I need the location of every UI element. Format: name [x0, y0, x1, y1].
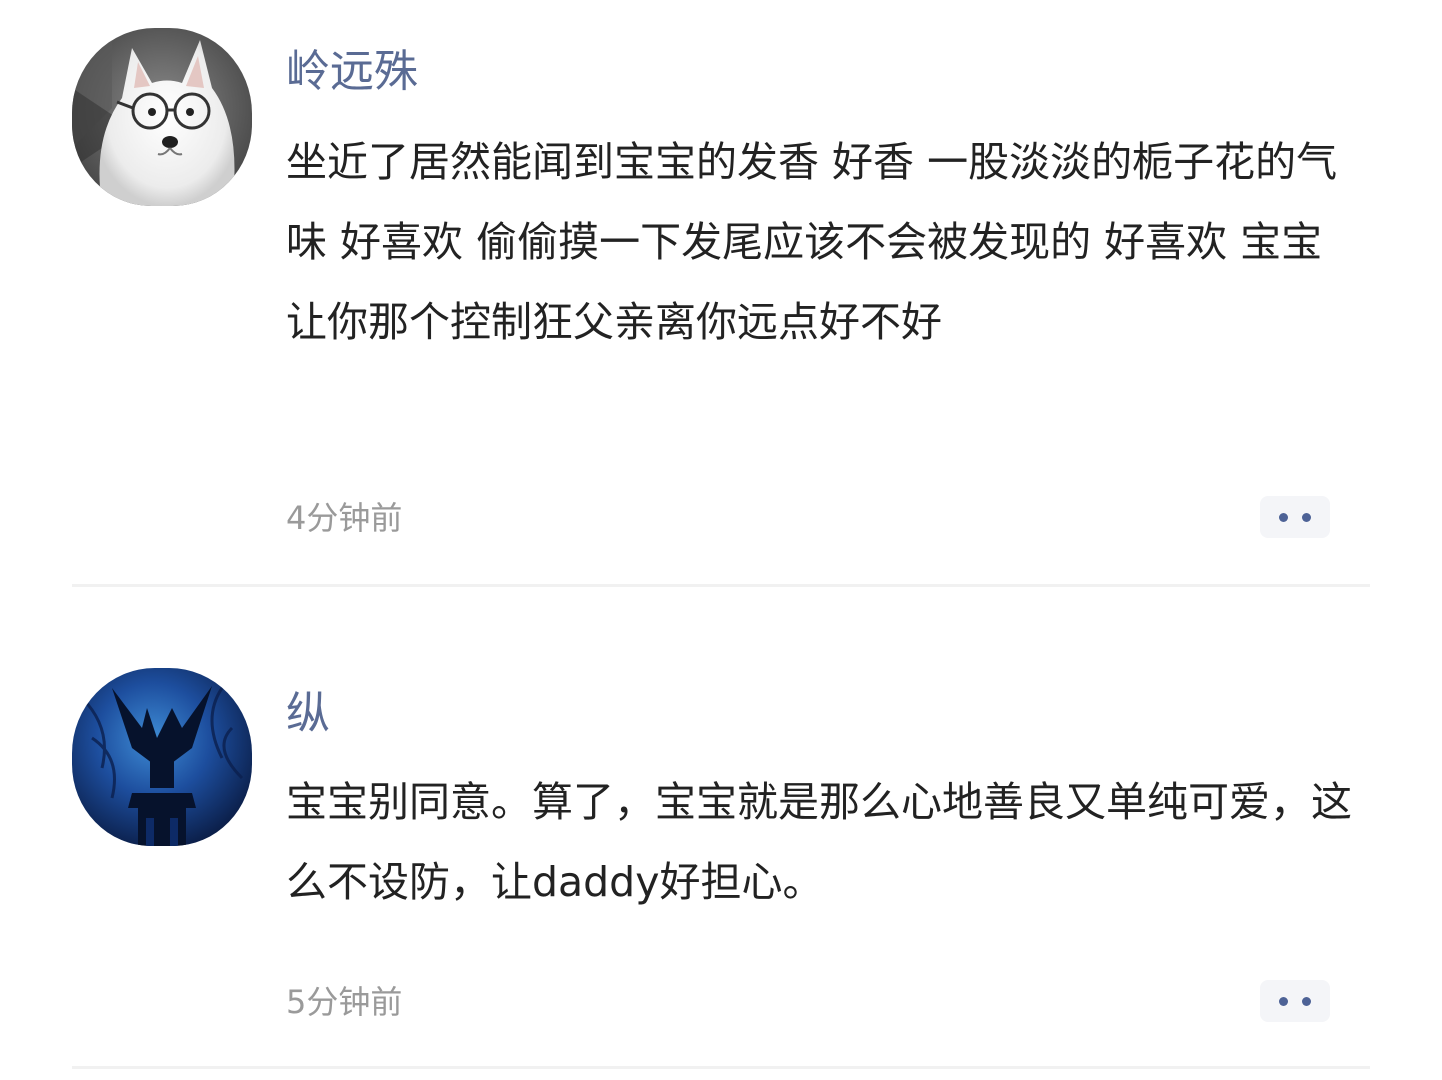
comment-text: 坐近了居然能闻到宝宝的发香 好香 一股淡淡的栀子花的气味 好喜欢 偷偷摸一下发尾…	[286, 138, 1338, 346]
username[interactable]: 岭远殊	[286, 42, 418, 102]
more-dots-icon	[1279, 512, 1288, 522]
more-dots-icon	[1302, 996, 1311, 1006]
dark-statue-avatar-icon	[72, 668, 252, 846]
comment-timestamp: 4分钟前	[286, 499, 403, 537]
comment-list: 岭远殊 坐近了居然能闻到宝宝的发香 好香 一股淡淡的栀子花的气味 好喜欢 偷偷摸…	[0, 0, 1442, 1080]
samoyed-avatar-icon	[72, 28, 252, 206]
more-options-button[interactable]	[1260, 980, 1330, 1022]
comment-timestamp: 5分钟前	[286, 983, 403, 1021]
user-avatar[interactable]	[72, 28, 252, 206]
comment-item: 纵 宝宝别同意。算了，宝宝就是那么心地善良又单纯可爱，这么不设防，让daddy好…	[0, 588, 1442, 1080]
more-options-button[interactable]	[1260, 496, 1330, 538]
divider	[72, 1066, 1370, 1069]
more-dots-icon	[1279, 996, 1288, 1006]
comment-text: 宝宝别同意。算了，宝宝就是那么心地善良又单纯可爱，这么不设防，让daddy好担心…	[286, 778, 1352, 906]
username[interactable]: 纵	[286, 684, 330, 744]
user-avatar[interactable]	[72, 668, 252, 846]
comment-item: 岭远殊 坐近了居然能闻到宝宝的发香 好香 一股淡淡的栀子花的气味 好喜欢 偷偷摸…	[0, 0, 1442, 588]
divider	[72, 584, 1370, 587]
more-dots-icon	[1302, 512, 1311, 522]
